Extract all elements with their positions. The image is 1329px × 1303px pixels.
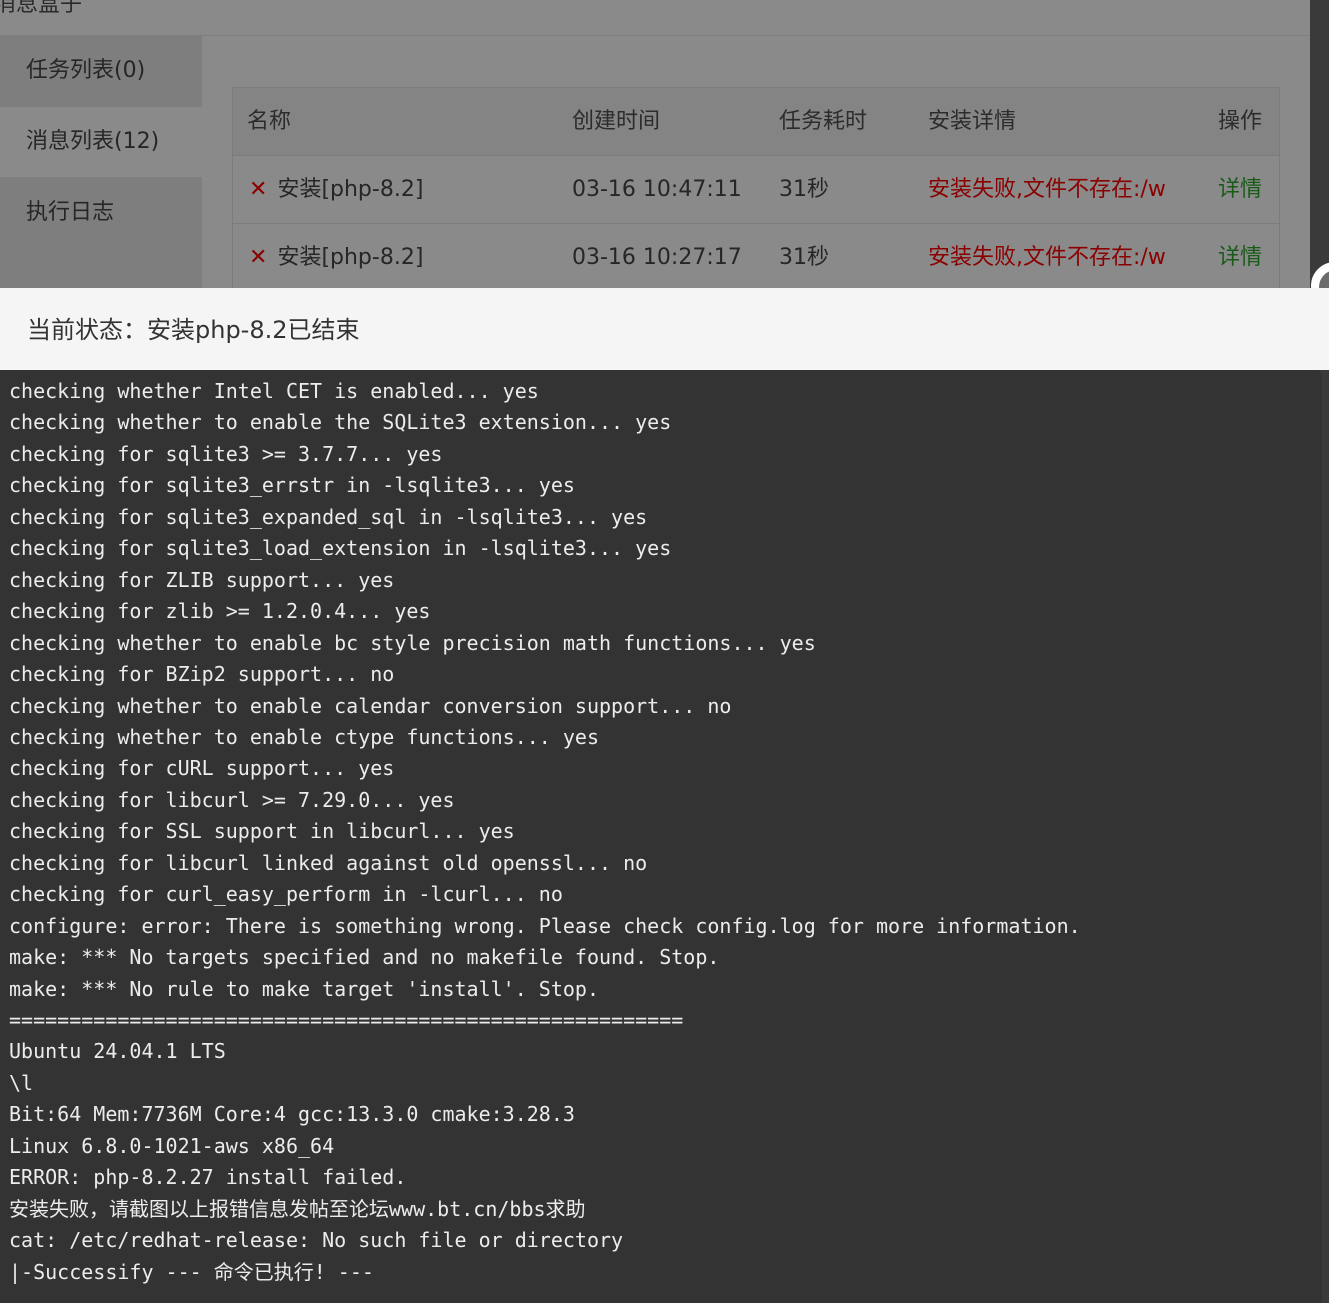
row-name: 安装[php-8.2] [277, 245, 424, 270]
row-detail-link[interactable]: 详情 [1218, 224, 1262, 292]
row-name: 安装[php-8.2] [277, 177, 424, 202]
console-line: make: *** No rule to make target 'instal… [9, 976, 600, 1001]
failed-x-icon: ✕ [249, 245, 268, 270]
console-line: checking for zlib >= 1.2.0.4... yes [9, 599, 431, 624]
console-line: checking for sqlite3_load_extension in -… [9, 536, 672, 561]
table-header: 名称 创建时间 任务耗时 安装详情 操作 [233, 88, 1279, 156]
console-line: 安装失败，请截图以上报错信息发帖至论坛www.bt.cn/bbs求助 [9, 1196, 586, 1221]
row-detail: 安装失败,文件不存在:/w [928, 177, 1166, 202]
console-line: Linux 6.8.0-1021-aws x86_64 [9, 1133, 335, 1158]
row-detail-link[interactable]: 详情 [1218, 156, 1262, 224]
console-line: cat: /etc/redhat-release: No such file o… [9, 1228, 624, 1253]
header-action: 操作 [1218, 109, 1263, 134]
message-box-sidebar: 任务列表(0) 消息列表(12) 执行日志 [0, 36, 202, 290]
tab-message-list[interactable]: 消息列表(12) [0, 107, 202, 177]
console-line: ========================================… [9, 1008, 684, 1032]
console-line: Ubuntu 24.04.1 LTS [9, 1039, 226, 1064]
tab-execution-log[interactable]: 执行日志 [0, 178, 202, 248]
console-line: checking for sqlite3_expanded_sql in -ls… [9, 504, 648, 529]
console-line: |-Successify --- 命令已执行! --- [9, 1259, 374, 1284]
console-line: checking whether to enable bc style prec… [9, 630, 816, 655]
console-line: checking for SSL support in libcurl... y… [9, 819, 515, 844]
console-line: checking for sqlite3_errstr in -lsqlite3… [9, 473, 575, 498]
message-box-title: 消息盒子 [0, 0, 83, 17]
console-line: configure: error: There is something wro… [9, 913, 1081, 938]
install-status-bar: 当前状态：安装php-8.2已结束 [0, 288, 1329, 370]
console-line: checking for curl_easy_perform in -lcurl… [9, 882, 563, 907]
header-created: 创建时间 [572, 109, 661, 134]
console-line: make: *** No targets specified and no ma… [9, 945, 720, 970]
header-duration: 任务耗时 [779, 109, 868, 134]
console-line: checking for libcurl linked against old … [9, 850, 648, 875]
row-duration: 31秒 [779, 245, 829, 270]
message-table: 名称 创建时间 任务耗时 安装详情 操作 ✕ 安装[php-8.2] 03-16 … [232, 87, 1280, 292]
row-created: 03-16 10:27:17 [572, 245, 742, 270]
message-box-header: 消息盒子 [0, 0, 1310, 36]
console-line: checking whether to enable calendar conv… [9, 693, 732, 718]
console-line: checking whether Intel CET is enabled...… [9, 379, 539, 403]
console-line: checking for libcurl >= 7.29.0... yes [9, 787, 455, 812]
message-box-window: 消息盒子 任务列表(0) 消息列表(12) 执行日志 名称 创建时间 任务耗时 … [0, 0, 1310, 292]
console-line: Bit:64 Mem:7736M Core:4 gcc:13.3.0 cmake… [9, 1102, 575, 1127]
table-row: ✕ 安装[php-8.2] 03-16 10:47:11 31秒 安装失败,文件不… [233, 156, 1279, 224]
header-name: 名称 [247, 109, 292, 134]
console-line: checking for sqlite3 >= 3.7.7... yes [9, 441, 443, 466]
table-row: ✕ 安装[php-8.2] 03-16 10:27:17 31秒 安装失败,文件不… [233, 224, 1279, 292]
tab-task-list[interactable]: 任务列表(0) [0, 36, 202, 106]
console-line: checking for ZLIB support... yes [9, 567, 395, 592]
row-created: 03-16 10:47:11 [572, 177, 742, 202]
console-line: checking whether to enable ctype functio… [9, 724, 600, 749]
console-line: ERROR: php-8.2.27 install failed. [9, 1165, 407, 1190]
console-line: \l [9, 1070, 34, 1095]
console-line: checking for BZip2 support... no [9, 662, 395, 687]
install-status-text: 当前状态：安装php-8.2已结束 [27, 316, 360, 344]
failed-x-icon: ✕ [249, 177, 268, 202]
install-log-console[interactable]: checking whether Intel CET is enabled...… [0, 370, 1322, 1303]
console-line: checking for cURL support... yes [9, 756, 395, 781]
row-detail: 安装失败,文件不存在:/w [928, 245, 1166, 270]
header-detail: 安装详情 [928, 109, 1017, 134]
row-duration: 31秒 [779, 177, 829, 202]
console-line: checking whether to enable the SQLite3 e… [9, 410, 672, 435]
